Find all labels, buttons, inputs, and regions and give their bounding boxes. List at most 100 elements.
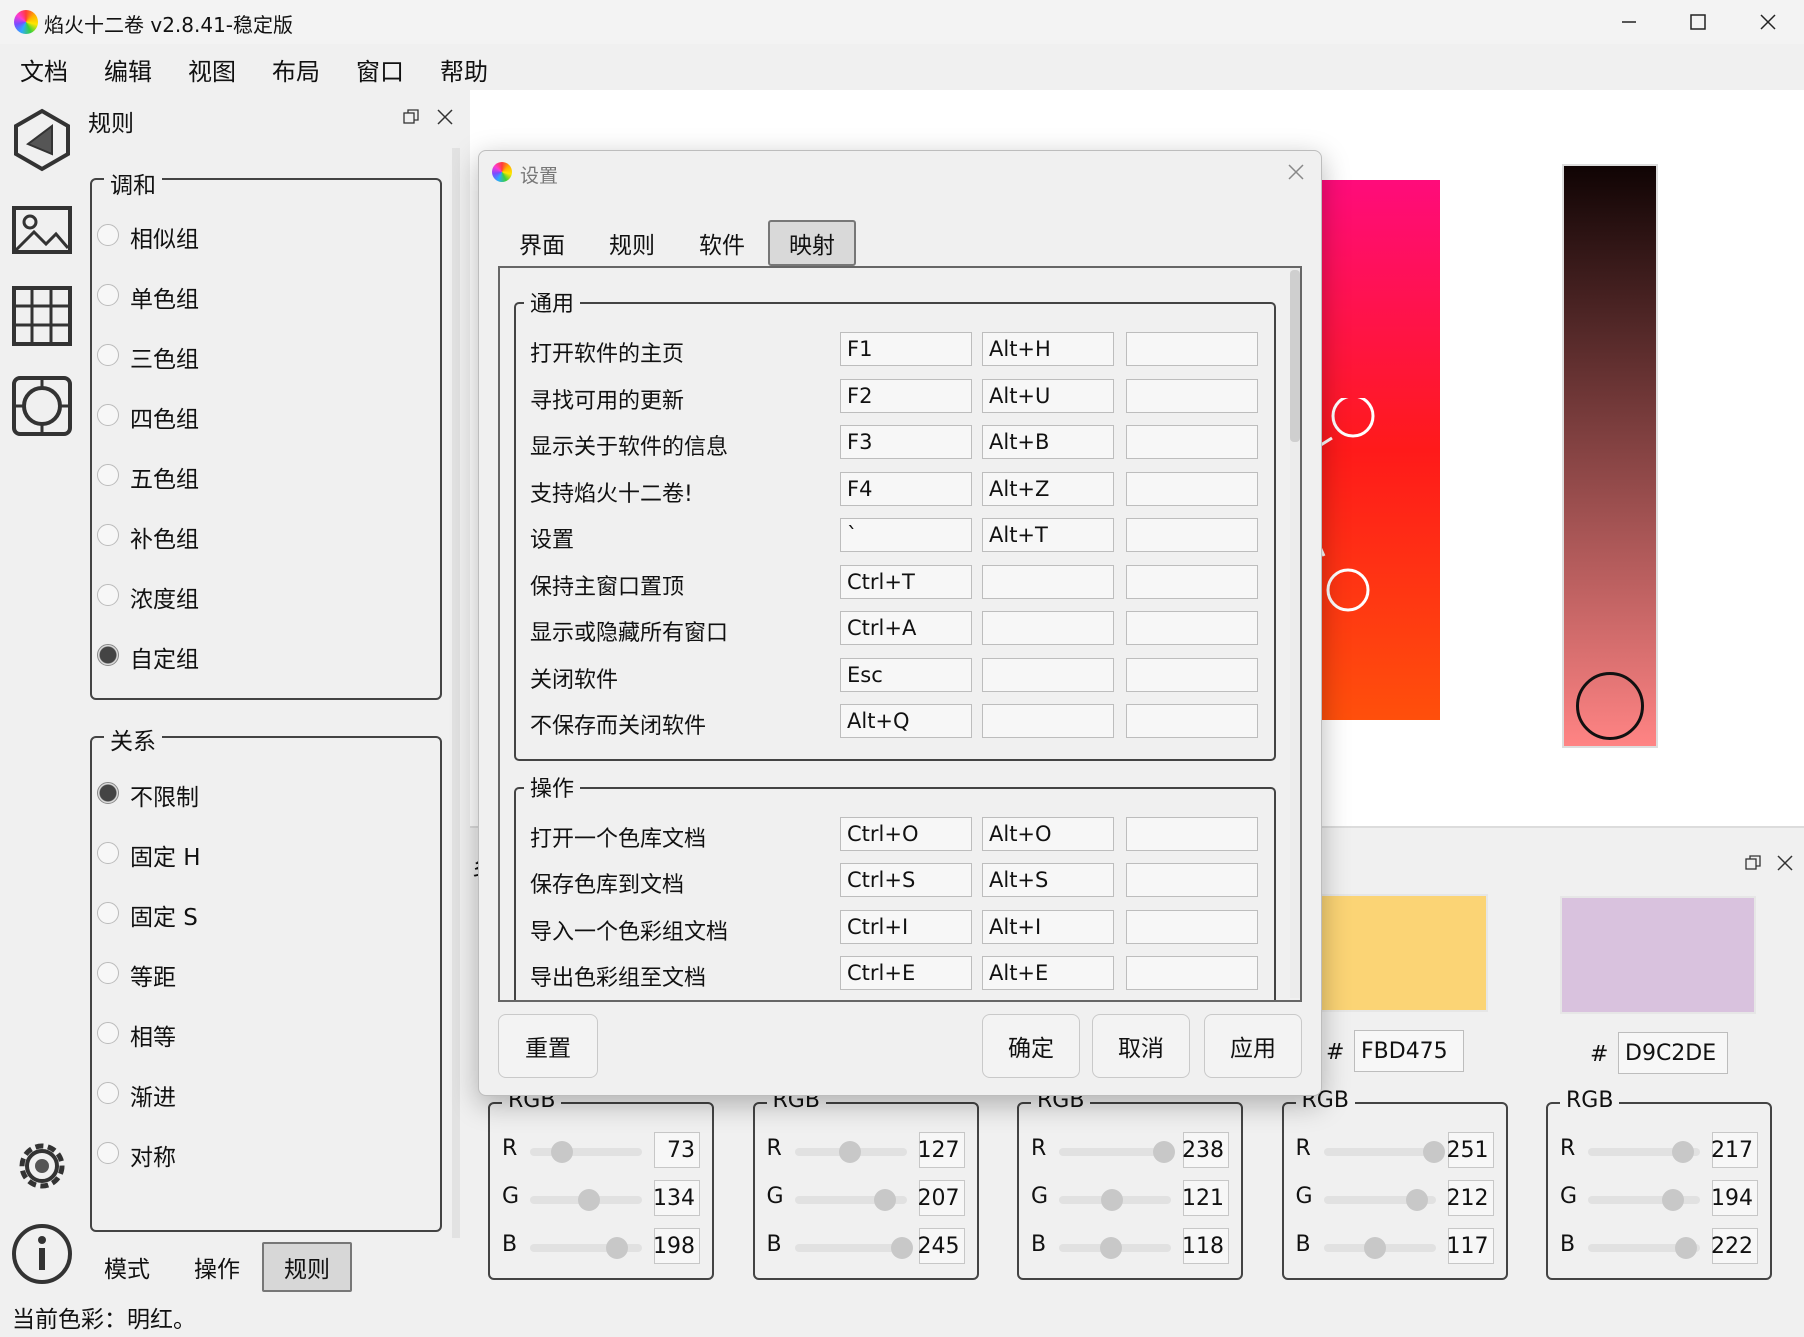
channel-slider-thumb[interactable] <box>1674 1237 1697 1259</box>
brightness-handle[interactable] <box>1576 672 1644 740</box>
shortcut-key-field[interactable]: F4 <box>840 471 972 506</box>
channel-slider-thumb[interactable] <box>1405 1189 1428 1211</box>
shortcut-key-field[interactable] <box>1126 332 1258 366</box>
float-icon[interactable] <box>402 106 420 124</box>
tab-rules[interactable]: 规则 <box>596 220 668 266</box>
radio-label[interactable]: 相似组 <box>130 220 199 254</box>
channel-value-input[interactable]: 245 <box>918 1228 965 1264</box>
channel-value-input[interactable]: 207 <box>918 1180 965 1216</box>
shortcut-key-field[interactable] <box>1126 518 1258 552</box>
shortcut-key-field[interactable] <box>1126 425 1258 459</box>
shortcut-key-field[interactable] <box>1126 471 1258 506</box>
channel-value-input[interactable]: 251 <box>1447 1132 1494 1168</box>
tab-mode[interactable]: 模式 <box>88 1242 166 1292</box>
radio-label[interactable]: 自定组 <box>130 640 199 674</box>
channel-slider-thumb[interactable] <box>1101 1189 1124 1211</box>
channel-slider-thumb[interactable] <box>1152 1141 1175 1163</box>
shortcut-key-field[interactable] <box>1126 909 1258 944</box>
radio-harmony_group-1[interactable] <box>97 284 119 306</box>
radio-label[interactable]: 三色组 <box>130 340 199 374</box>
tab-rules[interactable]: 规则 <box>262 1242 352 1292</box>
shortcut-key-field[interactable] <box>982 611 1114 645</box>
radio-label[interactable]: 对称 <box>130 1138 176 1172</box>
channel-slider-thumb[interactable] <box>1099 1237 1122 1259</box>
channel-value-input[interactable]: 212 <box>1447 1180 1494 1216</box>
shortcut-key-field[interactable]: Alt+B <box>982 425 1114 459</box>
channel-slider-thumb[interactable] <box>577 1189 600 1211</box>
menu-file[interactable]: 文档 <box>20 52 68 87</box>
channel-slider-track[interactable] <box>794 1244 907 1252</box>
shortcut-key-field[interactable]: Alt+H <box>982 332 1114 366</box>
channel-slider-track[interactable] <box>530 1148 642 1156</box>
radio-relation_group-0[interactable] <box>97 782 119 804</box>
tab-interface[interactable]: 界面 <box>506 220 578 266</box>
shortcut-key-field[interactable] <box>1126 564 1258 599</box>
radio-label[interactable]: 浓度组 <box>130 580 199 614</box>
shortcut-key-field[interactable]: Alt+O <box>982 816 1114 851</box>
cancel-button[interactable]: 取消 <box>1092 1014 1190 1078</box>
radio-harmony_group-5[interactable] <box>97 524 119 546</box>
shortcut-key-field[interactable]: Alt+E <box>982 956 1114 990</box>
radio-relation_group-6[interactable] <box>97 1142 119 1164</box>
shortcut-key-field[interactable]: Ctrl+A <box>840 611 972 645</box>
channel-value-input[interactable]: 127 <box>918 1132 965 1168</box>
channel-slider-thumb[interactable] <box>551 1141 574 1163</box>
channel-value-input[interactable]: 238 <box>1182 1132 1229 1168</box>
radio-relation_group-4[interactable] <box>97 1022 119 1044</box>
channel-value-input[interactable]: 198 <box>653 1228 700 1264</box>
menu-view[interactable]: 视图 <box>188 52 236 87</box>
triangle-rule-icon[interactable] <box>10 108 74 172</box>
color-swatch[interactable] <box>1314 894 1488 1012</box>
color-swatch[interactable] <box>1560 896 1756 1014</box>
radio-label[interactable]: 固定 S <box>130 898 198 932</box>
mapping-scroll-area[interactable]: 通用 打开软件的主页 F1 Alt+H 寻找可用的更新 F2 Alt+U 显示关于软件的信息 F… <box>498 266 1302 1002</box>
float-icon[interactable] <box>1744 852 1762 870</box>
shortcut-key-field[interactable]: Ctrl+E <box>840 956 972 990</box>
menu-layout[interactable]: 布局 <box>272 52 320 87</box>
radio-relation_group-3[interactable] <box>97 962 119 984</box>
radio-relation_group-1[interactable] <box>97 842 119 864</box>
close-icon[interactable] <box>1733 0 1803 44</box>
grid-icon[interactable] <box>10 284 74 348</box>
radio-label[interactable]: 不限制 <box>130 778 199 812</box>
radio-label[interactable]: 相等 <box>130 1018 176 1052</box>
menu-edit[interactable]: 编辑 <box>104 52 152 87</box>
channel-value-input[interactable]: 217 <box>1711 1132 1758 1168</box>
shortcut-key-field[interactable]: Alt+S <box>982 863 1114 897</box>
shortcut-key-field[interactable]: F3 <box>840 425 972 459</box>
channel-value-input[interactable]: 121 <box>1182 1180 1229 1216</box>
shortcut-key-field[interactable] <box>982 564 1114 599</box>
shortcut-key-field[interactable]: Ctrl+S <box>840 863 972 897</box>
panel-close-icon[interactable] <box>1776 852 1794 871</box>
radio-harmony_group-7[interactable] <box>97 644 119 666</box>
radio-label[interactable]: 等距 <box>130 958 176 992</box>
radio-relation_group-5[interactable] <box>97 1082 119 1104</box>
tab-mapping[interactable]: 映射 <box>768 220 856 266</box>
maximize-icon[interactable] <box>1663 0 1733 44</box>
shortcut-key-field[interactable]: Ctrl+T <box>840 564 972 599</box>
radio-harmony_group-4[interactable] <box>97 464 119 486</box>
shortcut-key-field[interactable] <box>1126 863 1258 897</box>
channel-value-input[interactable]: 134 <box>653 1180 700 1216</box>
circle-quad-icon[interactable] <box>10 374 74 438</box>
tab-software[interactable]: 软件 <box>686 220 758 266</box>
image-icon[interactable] <box>10 198 74 262</box>
hex-input[interactable]: FBD475 <box>1354 1030 1464 1072</box>
shortcut-key-field[interactable]: Alt+T <box>982 518 1114 552</box>
dialog-scrollbar[interactable] <box>1290 268 1300 998</box>
radio-label[interactable]: 五色组 <box>130 460 199 494</box>
radio-harmony_group-6[interactable] <box>97 584 119 606</box>
hex-input[interactable]: D9C2DE <box>1618 1032 1728 1074</box>
panel-scrollbar[interactable] <box>452 148 460 1238</box>
settings-gear-icon[interactable] <box>10 1134 74 1198</box>
shortcut-key-field[interactable] <box>1126 611 1258 645</box>
channel-value-input[interactable]: 118 <box>1182 1228 1229 1264</box>
shortcut-key-field[interactable] <box>982 657 1114 692</box>
channel-value-input[interactable]: 117 <box>1447 1228 1494 1264</box>
apply-button[interactable]: 应用 <box>1204 1014 1302 1078</box>
radio-label[interactable]: 渐进 <box>130 1078 176 1112</box>
shortcut-key-field[interactable] <box>982 704 1114 738</box>
shortcut-key-field[interactable] <box>1126 657 1258 692</box>
shortcut-key-field[interactable]: F2 <box>840 378 972 413</box>
reset-button[interactable]: 重置 <box>498 1014 598 1078</box>
